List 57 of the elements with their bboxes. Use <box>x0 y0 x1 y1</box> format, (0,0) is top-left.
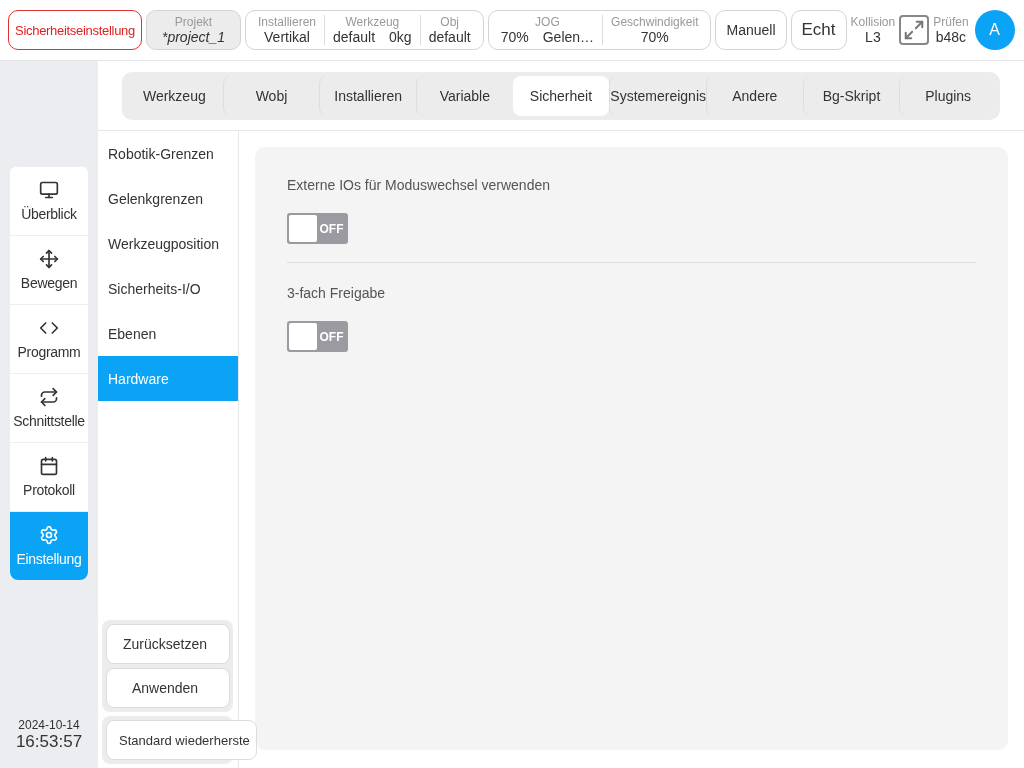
mode-button[interactable]: Echt <box>790 10 847 50</box>
date-text: 2024-10-14 <box>18 718 80 732</box>
tab[interactable]: Bg-Skript <box>802 76 900 116</box>
status-label: Obj <box>440 15 459 29</box>
submenu-item[interactable]: Gelenkgrenzen <box>98 176 238 221</box>
status-label: Geschwindigkeit <box>611 15 699 29</box>
nav-label: Programm <box>17 344 81 360</box>
project-indicator[interactable]: Projekt *project_1 <box>146 10 241 50</box>
mode-button[interactable]: Manuell <box>715 10 787 50</box>
calendar-icon <box>39 456 59 476</box>
submenu-item[interactable]: Robotik-Grenzen <box>98 131 238 176</box>
status-label: Installieren <box>258 15 317 29</box>
tab[interactable]: Installieren <box>319 76 416 116</box>
safety-alarm-button[interactable]: Sicherheitseinstellung <box>8 10 142 50</box>
expand-icon[interactable] <box>899 15 930 45</box>
submenu-item[interactable]: Ebenen <box>98 311 238 356</box>
nav-label: Einstellung <box>16 551 82 567</box>
nav-label: Schnittstelle <box>13 413 85 429</box>
tab[interactable]: Systemereignis <box>609 76 706 116</box>
status-label: Werkzeug <box>345 15 400 29</box>
nav-label: Protokoll <box>23 482 75 498</box>
status-label: JOG <box>535 15 560 29</box>
status-value: 70% <box>640 29 669 45</box>
settings-icon <box>39 525 59 545</box>
submenu-item[interactable]: Werkzeugposition <box>98 221 238 266</box>
action-button[interactable]: Anwenden <box>106 668 230 708</box>
submenu-item[interactable]: Sicherheits-I/O <box>98 266 238 311</box>
tab[interactable]: Variable <box>416 76 513 116</box>
status-value: Vertikal <box>264 29 310 45</box>
tab[interactable]: Andere <box>706 76 803 116</box>
nav-label: Bewegen <box>20 275 78 291</box>
status-value: 70% <box>500 29 529 45</box>
status-value: Gelen… <box>542 29 595 45</box>
move-arrows-icon <box>39 249 59 269</box>
check-value: b48c <box>935 29 967 45</box>
status-value: 0kg <box>389 29 412 45</box>
setting-label: 3-fach Freigabe <box>287 285 387 301</box>
tab[interactable]: Werkzeug <box>126 76 223 116</box>
monitor-icon <box>39 180 59 200</box>
repeat-arrows-icon <box>39 387 59 407</box>
action-button[interactable]: Zurücksetzen <box>106 624 230 664</box>
status-value: default <box>333 29 376 45</box>
restore-defaults-button[interactable]: Standard wiederherste <box>106 720 257 760</box>
tab[interactable]: Wobj <box>222 76 320 116</box>
status-value: default <box>428 29 471 45</box>
check-label: Prüfen <box>933 15 969 29</box>
time-text: 16:53:57 <box>15 732 83 752</box>
project-name: *project_1 <box>161 29 225 45</box>
tab[interactable]: Sicherheit <box>512 76 610 116</box>
collision-label: Kollision <box>850 15 896 29</box>
project-label: Projekt <box>174 15 213 29</box>
setting-label: Externe IOs für Moduswechsel verwenden <box>287 177 551 193</box>
nav-label: Überblick <box>21 206 77 222</box>
jog-status-group[interactable]: JOG 70% Gelen… Geschwindigkeit 70% <box>487 10 712 50</box>
collision-level: L3 <box>865 29 881 45</box>
install-status-group[interactable]: Installieren Vertikal Werkzeug default 0kg Obj default <box>245 10 484 50</box>
tab[interactable]: Plugins <box>899 76 996 116</box>
